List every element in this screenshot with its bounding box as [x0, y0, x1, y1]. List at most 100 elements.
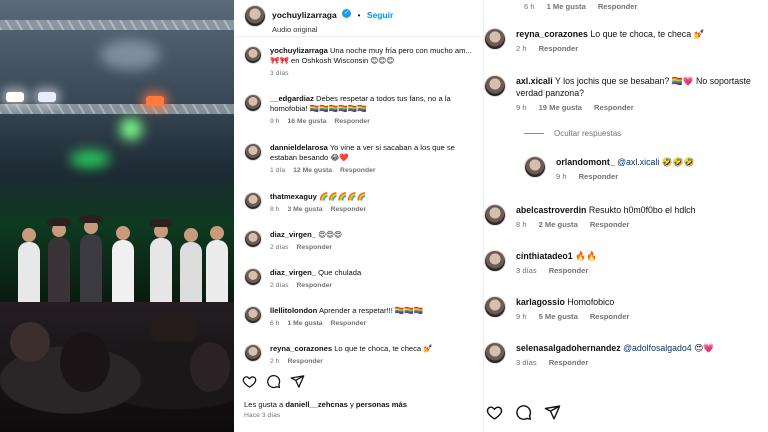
caption-username[interactable]: yochuylizarraga — [270, 46, 328, 55]
commenter-avatar[interactable] — [484, 250, 506, 272]
likes-user-link[interactable]: daniell__zehcnas — [285, 400, 347, 409]
comment-username[interactable]: diaz_virgen_ — [270, 230, 316, 239]
stage-light — [6, 92, 24, 102]
comment-item: llellitolondon Aprender a respetar!!! 🏳️… — [244, 306, 480, 327]
comment-likes[interactable]: 1 Me gusta — [287, 320, 322, 327]
reply-button[interactable]: Responder — [331, 320, 367, 327]
comment-item: karlagossio Homofobico 9 h 5 Me gusta Resp… — [484, 296, 768, 321]
comment-mention[interactable]: @axl.xicali — [617, 157, 659, 167]
reply-button[interactable]: Responder — [579, 172, 619, 181]
green-light — [120, 118, 142, 140]
commenter-avatar[interactable] — [244, 143, 262, 161]
comment-username[interactable]: __edgardiaz — [270, 94, 314, 103]
comment-text: 🔥🔥 — [575, 251, 598, 261]
comment-time: 9 h — [516, 312, 527, 321]
performer-head — [184, 228, 198, 242]
comment-time: 1 día — [270, 167, 286, 174]
post-action-bar — [242, 374, 305, 389]
comment-item: selenasalgadohernandez @adolfosalgado4 😍… — [484, 342, 768, 367]
commenter-avatar[interactable] — [244, 306, 262, 324]
reply-button[interactable]: Responder — [539, 44, 579, 53]
audio-label[interactable]: Audio original — [272, 25, 393, 34]
comment-username[interactable]: selenasalgadohernandez — [516, 343, 621, 353]
comment-item: thatmexaguy 🌈🌈🌈🌈🌈 8 h 3 Me gusta Responder — [244, 192, 480, 213]
comment-username[interactable]: dannieldelarosa — [270, 143, 328, 152]
commenter-avatar[interactable] — [484, 75, 506, 97]
comment-username[interactable]: reyna_corazones — [270, 344, 332, 353]
author-username[interactable]: yochuylizarraga — [272, 10, 337, 20]
commenter-avatar[interactable] — [244, 268, 262, 286]
reply-button[interactable]: Responder — [549, 266, 589, 275]
comment-time: 8 h — [270, 206, 280, 213]
stage-truss — [0, 20, 234, 30]
send-icon[interactable] — [544, 404, 561, 421]
follow-button[interactable]: Seguir — [367, 10, 393, 20]
commenter-avatar[interactable] — [244, 230, 262, 248]
reply-button[interactable]: Responder — [287, 358, 323, 365]
comment-time: 2 h — [516, 44, 527, 53]
comment-username[interactable]: abelcastroverdin — [516, 205, 586, 215]
comment-likes[interactable]: 16 Me gusta — [287, 118, 326, 125]
send-icon[interactable] — [290, 374, 305, 389]
comment-username[interactable]: orlandomont_ — [556, 157, 615, 167]
reply-button[interactable]: Responder — [590, 312, 630, 321]
comment-icon[interactable] — [266, 374, 281, 389]
reply-button[interactable]: Responder — [590, 220, 630, 229]
commenter-avatar[interactable] — [484, 204, 506, 226]
comment-text: Resukto h0m0f0bo el hdlch — [588, 205, 696, 215]
reply-button[interactable]: Responder — [598, 2, 638, 11]
reply-button[interactable]: Responder — [549, 358, 589, 367]
stage-light — [38, 92, 56, 102]
commenter-avatar[interactable] — [244, 94, 262, 112]
post-caption: yochuylizarraga Una noche muy fría pero … — [244, 46, 480, 77]
comment-likes[interactable]: 3 Me gusta — [287, 206, 322, 213]
comment-likes[interactable]: 19 Me gusta — [539, 103, 582, 112]
performer-head — [22, 228, 36, 242]
reply-button[interactable]: Responder — [340, 167, 376, 174]
comment-time: 9 h — [270, 118, 280, 125]
comment-username[interactable]: karlagossio — [516, 297, 565, 307]
author-avatar[interactable] — [244, 5, 266, 27]
heart-icon[interactable] — [486, 404, 503, 421]
commenter-avatar[interactable] — [484, 28, 506, 50]
comment-mention[interactable]: @adolfosalgado4 — [623, 343, 692, 353]
comment-text: Que chulada — [318, 268, 362, 277]
commenter-avatar[interactable] — [484, 342, 506, 364]
likes-others-link[interactable]: personas más — [356, 400, 407, 409]
heart-icon[interactable] — [242, 374, 257, 389]
comment-likes[interactable]: 1 Me gusta — [547, 2, 586, 11]
commenter-avatar[interactable] — [244, 344, 262, 362]
performer-head — [210, 226, 224, 240]
comment-username[interactable]: thatmexaguy — [270, 192, 317, 201]
comment-username[interactable]: axl.xicali — [516, 76, 553, 86]
reply-button[interactable]: Responder — [297, 282, 333, 289]
reply-button[interactable]: Responder — [594, 103, 634, 112]
comment-username[interactable]: cinthiatadeo1 — [516, 251, 573, 261]
stage-light — [146, 96, 164, 106]
comment-likes[interactable]: 2 Me gusta — [539, 220, 578, 229]
reply-button[interactable]: Responder — [297, 244, 333, 251]
likes-prefix: Les gusta a — [244, 400, 286, 409]
comment-icon[interactable] — [515, 404, 532, 421]
commenter-avatar[interactable] — [244, 192, 262, 210]
reply-button[interactable]: Responder — [334, 118, 370, 125]
comment-username[interactable]: llellitolondon — [270, 306, 317, 315]
comment-username[interactable]: diaz_virgen_ — [270, 268, 316, 277]
commenter-avatar[interactable] — [524, 156, 546, 178]
sky-glow — [100, 40, 160, 70]
hide-replies-button[interactable]: Ocultar respuestas — [524, 129, 621, 138]
reply-button[interactable]: Responder — [331, 206, 367, 213]
author-avatar[interactable] — [244, 46, 262, 64]
performer — [80, 234, 102, 312]
crowd — [0, 302, 234, 432]
comments-continuation-panel: 6 h 1 Me gusta Responder reyna_corazones… — [484, 0, 768, 432]
comment-likes[interactable]: 5 Me gusta — [539, 312, 578, 321]
commenter-avatar[interactable] — [484, 296, 506, 318]
comment-meta: 6 h 1 Me gusta Responder — [524, 2, 637, 11]
post-media-concert-photo[interactable] — [0, 0, 234, 432]
comment-time: 2 h — [270, 358, 280, 365]
caption-time: 3 días — [270, 70, 289, 77]
separator-dot: • — [357, 11, 361, 20]
comment-username[interactable]: reyna_corazones — [516, 29, 588, 39]
comment-likes[interactable]: 12 Me gusta — [293, 167, 332, 174]
